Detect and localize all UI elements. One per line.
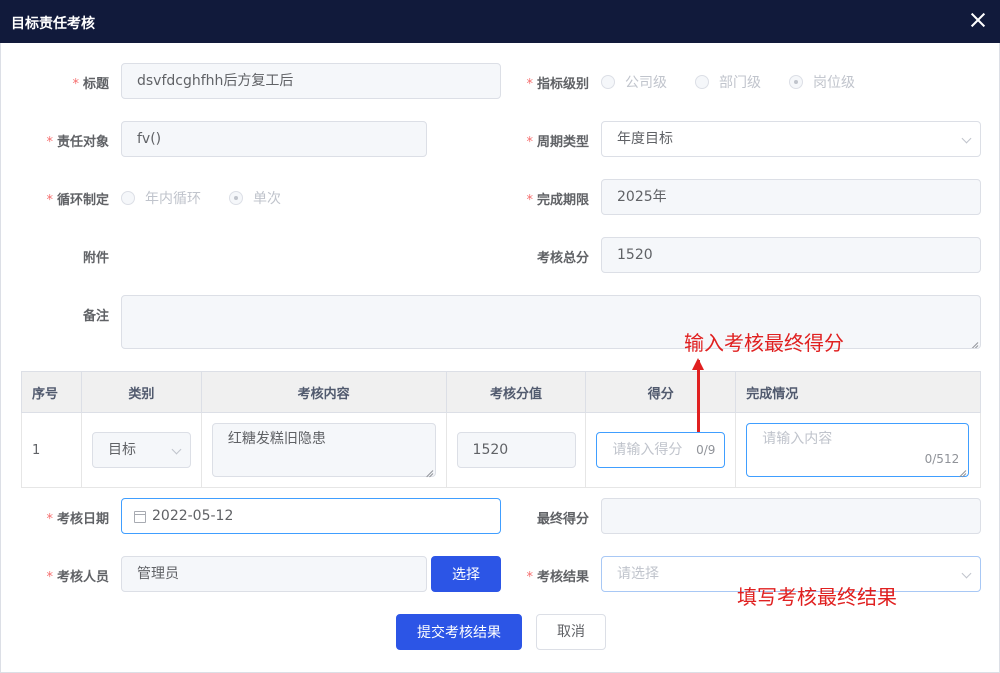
column-header-content: 考核内容 (200, 371, 447, 413)
row-category-cell: 目标 (80, 412, 202, 488)
points-input[interactable]: 1520 (456, 432, 576, 468)
row-status-cell: 请输入内容 0/512 (735, 412, 981, 488)
title-label: * 标题 (72, 77, 109, 92)
column-header-status: 完成情况 (735, 371, 981, 413)
target-input[interactable]: fv() (121, 121, 427, 157)
result-label: * 考核结果 (526, 570, 589, 585)
radio-circle-icon (601, 75, 615, 89)
assessor-label: * 考核人员 (46, 570, 109, 585)
final-score-label: 最终得分 (536, 512, 589, 527)
radio-circle-icon (695, 75, 709, 89)
radio-circle-icon (121, 191, 135, 205)
level-radio-department[interactable]: 部门级 (695, 72, 761, 92)
remark-label: 备注 (82, 309, 109, 324)
close-icon[interactable] (968, 10, 988, 30)
arrow-up-icon (692, 358, 704, 432)
cycle-radio-once[interactable]: 单次 (229, 188, 281, 208)
column-header-score: 得分 (585, 371, 737, 413)
deadline-input[interactable]: 2025年 (601, 179, 981, 215)
level-label: * 指标级别 (526, 77, 589, 92)
period-label: * 周期类型 (526, 135, 589, 150)
submit-button[interactable]: 提交考核结果 (396, 614, 522, 650)
category-select[interactable]: 目标 (91, 432, 191, 468)
total-input[interactable]: 1520 (601, 237, 981, 273)
result-hint-annotation: 填写考核最终结果 (737, 585, 897, 609)
score-placeholder: 请输入得分 (612, 442, 683, 458)
dialog-header: 目标责任考核 (0, 0, 1000, 43)
status-counter: 0/512 (924, 452, 960, 466)
cancel-button[interactable]: 取消 (536, 614, 606, 650)
remark-textarea[interactable] (121, 295, 981, 349)
content-textarea[interactable]: 红糖发糕旧隐患 (211, 423, 436, 477)
calendar-icon (134, 511, 146, 523)
cycle-radio-yearly[interactable]: 年内循环 (121, 188, 201, 208)
level-radio-group: 公司级 部门级 岗位级 (601, 64, 883, 100)
table-row: 1 目标 红糖发糕旧隐患 1520 请输入得分 0/9 请输入内容 0/512 (21, 412, 981, 488)
radio-checked-icon (789, 75, 803, 89)
assessor-input[interactable]: 管理员 (121, 556, 427, 592)
radio-checked-icon (229, 191, 243, 205)
resize-handle-icon[interactable] (970, 338, 978, 346)
category-select-value: 目标 (107, 442, 136, 458)
cycle-label: * 循环制定 (46, 193, 109, 208)
total-label: 考核总分 (536, 251, 589, 266)
score-hint-annotation: 输入考核最终得分 (684, 331, 844, 355)
column-header-category: 类别 (80, 371, 202, 413)
status-textarea[interactable]: 请输入内容 0/512 (746, 423, 970, 477)
date-picker[interactable]: 2022-05-12 (121, 498, 501, 534)
dialog-title: 目标责任考核 (11, 16, 95, 32)
chevron-down-icon (961, 568, 972, 579)
level-radio-company[interactable]: 公司级 (601, 72, 667, 92)
chevron-down-icon (171, 444, 182, 455)
select-assessor-button[interactable]: 选择 (431, 556, 501, 592)
cycle-radio-group: 年内循环 单次 (121, 180, 309, 216)
target-label: * 责任对象 (46, 135, 109, 150)
content-value: 红糖发糕旧隐患 (227, 431, 326, 447)
attachment-label: 附件 (82, 251, 109, 266)
row-index: 1 (21, 412, 82, 488)
row-score-cell: 请输入得分 0/9 (585, 412, 737, 488)
column-header-index: 序号 (21, 371, 82, 413)
title-input[interactable]: dsvfdcghfhh后方复工后 (121, 63, 501, 99)
chevron-down-icon (961, 133, 972, 144)
row-content-cell: 红糖发糕旧隐患 (200, 412, 447, 488)
column-header-points: 考核分值 (445, 371, 587, 413)
date-value: 2022-05-12 (152, 508, 234, 524)
deadline-label: * 完成期限 (526, 193, 589, 208)
level-radio-position[interactable]: 岗位级 (789, 72, 855, 92)
assessment-table: 序号 类别 考核内容 考核分值 得分 完成情况 1 目标 红糖发糕旧隐患 152… (21, 371, 981, 488)
period-select[interactable]: 年度目标 (601, 121, 981, 157)
final-score-input[interactable] (601, 498, 981, 534)
resize-handle-icon[interactable] (425, 466, 433, 474)
table-header-row: 序号 类别 考核内容 考核分值 得分 完成情况 (21, 371, 981, 413)
period-select-value: 年度目标 (617, 131, 673, 147)
score-input[interactable]: 请输入得分 0/9 (596, 432, 726, 468)
date-label: * 考核日期 (46, 512, 109, 527)
resize-handle-icon[interactable] (958, 466, 966, 474)
row-points-cell: 1520 (445, 412, 587, 488)
score-counter: 0/9 (696, 443, 716, 457)
status-placeholder: 请输入内容 (762, 431, 833, 447)
result-placeholder: 请选择 (617, 566, 659, 582)
